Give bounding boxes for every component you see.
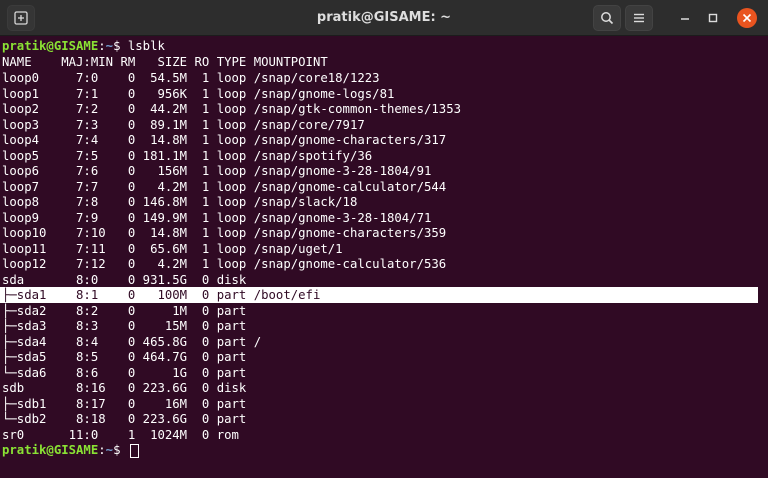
minimize-icon <box>681 18 689 20</box>
prompt-path: ~ <box>105 443 114 457</box>
terminal-window: pratik@GISAME: ~ pratik@GISAME:~$ lsblk … <box>0 0 768 478</box>
search-icon <box>601 12 614 25</box>
active-prompt-line[interactable]: pratik@GISAME:~$ <box>2 442 758 458</box>
lsblk-row: loop6 7:6 0 156M 1 loop /snap/gnome-3-28… <box>2 164 432 178</box>
lsblk-row: loop1 7:1 0 956K 1 loop /snap/gnome-logs… <box>2 86 395 101</box>
lsblk-row: loop2 7:2 0 44.2M 1 loop /snap/gtk-commo… <box>2 102 462 116</box>
search-button[interactable] <box>593 5 621 31</box>
minimize-button[interactable] <box>677 10 693 26</box>
prompt-user: pratik@GISAME <box>2 443 99 457</box>
lsblk-row: ├─sda5 8:5 0 464.7G 0 part <box>2 350 254 364</box>
lsblk-row: sda 8:0 0 931.5G 0 disk <box>2 272 254 287</box>
command-line: pratik@GISAME:~$ lsblk <box>2 38 758 54</box>
lsblk-row: loop5 7:5 0 181.1M 1 loop /snap/spotify/… <box>2 148 373 163</box>
maximize-button[interactable] <box>705 10 721 26</box>
hamburger-menu-icon <box>634 13 644 23</box>
lsblk-row: loop11 7:11 0 65.6M 1 loop /snap/uget/1 <box>2 241 343 256</box>
lsblk-row-selected: ├─sda1 8:1 0 100M 0 part /boot/efi <box>0 287 758 303</box>
lsblk-row: loop8 7:8 0 146.8M 1 loop /snap/slack/18 <box>2 195 358 209</box>
title-bar[interactable]: pratik@GISAME: ~ <box>0 0 768 36</box>
lsblk-row: ├─sda4 8:4 0 465.8G 0 part / <box>2 334 262 349</box>
lsblk-row: sr0 11:0 1 1024M 0 rom <box>2 427 254 442</box>
prompt-path: ~ <box>105 39 114 53</box>
lsblk-row: loop12 7:12 0 4.2M 1 loop /snap/gnome-ca… <box>2 257 447 271</box>
lsblk-row: ├─sdb1 8:17 0 16M 0 part <box>2 396 254 411</box>
prompt-symbol: $ <box>113 443 128 457</box>
lsblk-header: NAME MAJ:MIN RM SIZE RO TYPE MOUNTPOINT <box>2 55 328 69</box>
lsblk-row: └─sda6 8:6 0 1G 0 part <box>2 365 254 380</box>
lsblk-row: └─sdb2 8:18 0 223.6G 0 part <box>2 412 254 426</box>
text-cursor <box>129 443 139 458</box>
prompt-separator: : <box>98 39 106 53</box>
close-button[interactable] <box>737 8 757 28</box>
lsblk-row: loop0 7:0 0 54.5M 1 loop /snap/core18/12… <box>2 71 380 85</box>
lsblk-row: ├─sda3 8:3 0 15M 0 part <box>2 319 254 333</box>
menu-button[interactable] <box>625 5 653 31</box>
command-text: lsblk <box>127 39 165 53</box>
prompt-separator: : <box>98 443 106 457</box>
close-icon <box>742 13 752 23</box>
lsblk-row: loop3 7:3 0 89.1M 1 loop /snap/core/7917 <box>2 117 365 132</box>
maximize-icon <box>708 13 718 23</box>
lsblk-row: loop9 7:9 0 149.9M 1 loop /snap/gnome-3-… <box>2 210 432 225</box>
prompt-symbol: $ <box>113 39 128 53</box>
prompt-user: pratik@GISAME <box>2 39 99 53</box>
lsblk-row: sdb 8:16 0 223.6G 0 disk <box>2 381 254 395</box>
lsblk-row: ├─sda2 8:2 0 1M 0 part <box>2 303 254 318</box>
lsblk-row: loop10 7:10 0 14.8M 1 loop /snap/gnome-c… <box>2 226 447 240</box>
lsblk-row: loop7 7:7 0 4.2M 1 loop /snap/gnome-calc… <box>2 179 447 194</box>
lsblk-row: loop4 7:4 0 14.8M 1 loop /snap/gnome-cha… <box>2 133 447 147</box>
terminal-output[interactable]: pratik@GISAME:~$ lsblk NAME MAJ:MIN RM S… <box>0 36 768 478</box>
